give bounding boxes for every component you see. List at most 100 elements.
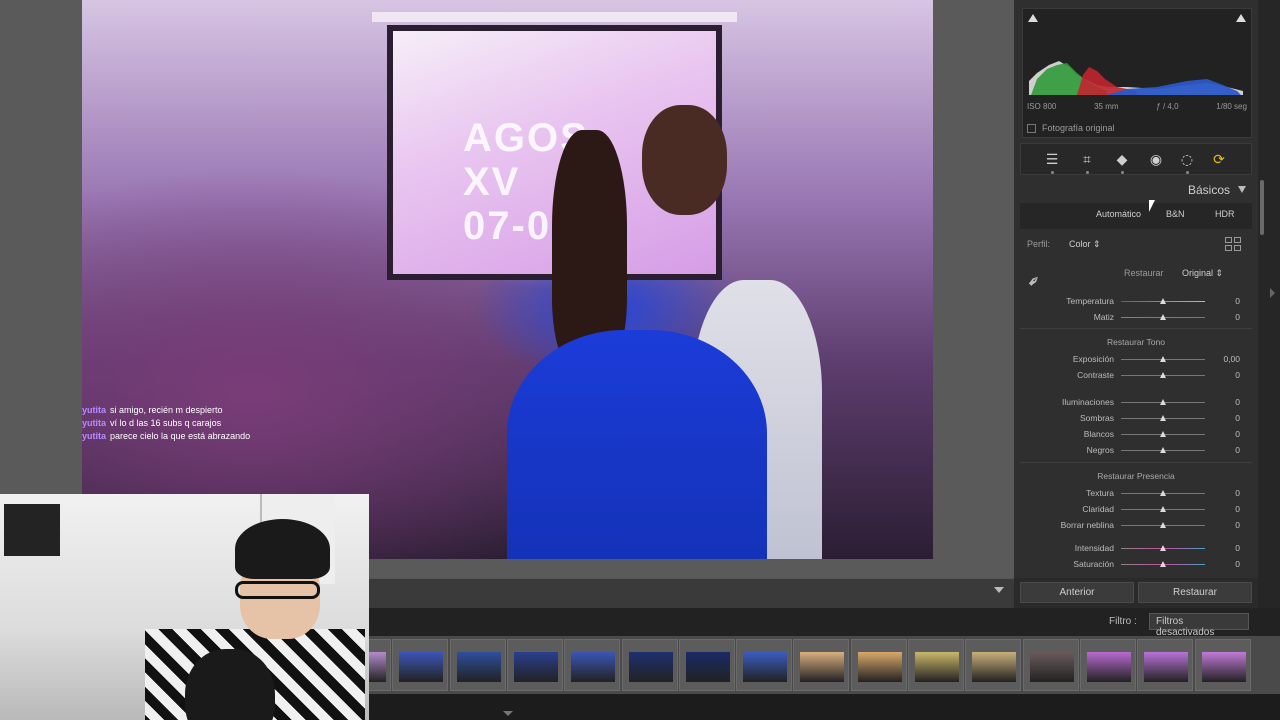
slider-value[interactable]: 0 [1235, 397, 1240, 407]
slider-thumb[interactable] [1160, 298, 1166, 304]
filmstrip-thumbnail[interactable] [1079, 639, 1136, 691]
slider-track[interactable] [1121, 415, 1205, 421]
slider-track[interactable] [1121, 399, 1205, 405]
sliders-icon[interactable]: ☰ [1043, 151, 1061, 169]
wb-dropdown[interactable]: Original ⇕ [1182, 268, 1223, 279]
auto-button[interactable]: Automático [1096, 209, 1141, 219]
profile-dropdown[interactable]: Color ⇕ [1069, 239, 1101, 250]
slider-value[interactable]: 0 [1235, 312, 1240, 322]
webcam-overlay [0, 494, 369, 720]
slider-value[interactable]: 0 [1235, 543, 1240, 553]
eraser-icon[interactable]: ◆ [1113, 151, 1131, 169]
original-photo-toggle[interactable]: Fotografía original [1027, 123, 1115, 133]
slider-highlights[interactable]: Iluminaciones 0 [1020, 395, 1250, 409]
bottom-panel-toggle[interactable] [369, 694, 1280, 720]
slider-thumb[interactable] [1160, 415, 1166, 421]
slider-temperature[interactable]: Temperatura 0 [1020, 294, 1250, 308]
collapse-triangle-icon[interactable] [1238, 186, 1246, 193]
slider-blacks[interactable]: Negros 0 [1020, 443, 1250, 457]
slider-value[interactable]: 0 [1235, 504, 1240, 514]
slider-thumb[interactable] [1160, 356, 1166, 362]
slider-track[interactable] [1121, 490, 1205, 496]
filmstrip-thumbnail[interactable] [678, 639, 735, 691]
slider-texture[interactable]: Textura 0 [1020, 486, 1250, 500]
main-photo[interactable]: AGOS XV 07-03 [82, 0, 933, 559]
slider-track[interactable] [1121, 506, 1205, 512]
slider-shadows[interactable]: Sombras 0 [1020, 411, 1250, 425]
slider-value[interactable]: 0,00 [1223, 354, 1240, 364]
slider-track[interactable] [1121, 314, 1205, 320]
slider-thumb[interactable] [1160, 447, 1166, 453]
filmstrip-thumbnail[interactable] [392, 639, 449, 691]
slider-thumb[interactable] [1160, 372, 1166, 378]
slider-value[interactable]: 0 [1235, 370, 1240, 380]
reset-button[interactable]: Restaurar [1138, 582, 1252, 603]
slider-track[interactable] [1121, 431, 1205, 437]
slider-track[interactable] [1121, 298, 1205, 304]
previous-button[interactable]: Anterior [1020, 582, 1134, 603]
filmstrip-thumbnail[interactable] [908, 639, 964, 691]
slider-exposure[interactable]: Exposición 0,00 [1020, 352, 1250, 366]
slider-track[interactable] [1121, 545, 1205, 551]
slider-value[interactable]: 0 [1235, 520, 1240, 530]
slider-track[interactable] [1121, 522, 1205, 528]
slider-vibrance[interactable]: Intensidad 0 [1020, 541, 1250, 555]
panel-scrollbar[interactable] [1258, 0, 1280, 608]
filmstrip-thumbnail[interactable] [1137, 639, 1194, 691]
slider-value[interactable]: 0 [1235, 413, 1240, 423]
image-canvas[interactable]: AGOS XV 07-03 yutita si amigo, recién m d… [0, 0, 1014, 578]
slider-track[interactable] [1121, 372, 1205, 378]
original-photo-checkbox[interactable] [1027, 123, 1036, 133]
slider-value[interactable]: 0 [1235, 445, 1240, 455]
mask-icon[interactable]: ◌ [1178, 151, 1196, 169]
filmstrip[interactable] [369, 636, 1280, 694]
slider-whites[interactable]: Blancos 0 [1020, 427, 1250, 441]
filmstrip-thumbnail[interactable] [621, 639, 678, 691]
panel-expand-arrow-icon[interactable] [1270, 288, 1275, 298]
slider-track[interactable] [1121, 447, 1205, 453]
slider-contrast[interactable]: Contraste 0 [1020, 368, 1250, 382]
rotate-icon[interactable]: ⟳ [1210, 151, 1228, 169]
bw-button[interactable]: B&N [1166, 209, 1185, 219]
profile-browser-icon[interactable] [1225, 237, 1241, 251]
slider-thumb[interactable] [1160, 506, 1166, 512]
filmstrip-thumbnail[interactable] [736, 639, 793, 691]
filter-dropdown[interactable]: Filtros desactivados [1149, 613, 1249, 638]
filmstrip-thumbnail[interactable] [1194, 639, 1251, 691]
slider-tint[interactable]: Matiz 0 [1020, 310, 1250, 324]
slider-thumb[interactable] [1160, 545, 1166, 551]
slider-track[interactable] [1121, 561, 1205, 567]
slider-track[interactable] [1121, 356, 1205, 362]
scrollbar-thumb[interactable] [1260, 180, 1264, 235]
slider-value[interactable]: 0 [1235, 559, 1240, 569]
filmstrip-thumbnail[interactable] [564, 639, 621, 691]
thumbnail-image [628, 652, 673, 682]
slider-value[interactable]: 0 [1235, 296, 1240, 306]
slider-thumb[interactable] [1160, 399, 1166, 405]
filmstrip-thumbnail[interactable] [506, 639, 563, 691]
filmstrip-thumbnail[interactable] [850, 639, 907, 691]
filmstrip-thumbnail[interactable] [1022, 639, 1079, 691]
chat-username: yutita [82, 431, 107, 441]
basic-section-header[interactable]: Básicos [1020, 180, 1252, 200]
filmstrip-thumbnail[interactable] [965, 639, 1022, 691]
crop-icon[interactable]: ⌗ [1078, 151, 1096, 169]
slider-thumb[interactable] [1160, 561, 1166, 567]
slider-thumb[interactable] [1160, 522, 1166, 528]
slider-thumb[interactable] [1160, 431, 1166, 437]
eye-icon[interactable]: ◉ [1147, 151, 1165, 169]
toolbar-chevron-icon[interactable] [994, 587, 1004, 593]
filmstrip-thumbnail[interactable] [793, 639, 850, 691]
slider-thumb[interactable] [1160, 314, 1166, 320]
hdr-button[interactable]: HDR [1215, 209, 1235, 219]
bottom-panel-arrow-icon[interactable] [503, 711, 513, 716]
webcam-person [145, 519, 365, 720]
filmstrip-thumbnail[interactable] [369, 639, 391, 691]
slider-value[interactable]: 0 [1235, 429, 1240, 439]
slider-saturation[interactable]: Saturación 0 [1020, 557, 1250, 571]
slider-dehaze[interactable]: Borrar neblina 0 [1020, 518, 1250, 532]
slider-thumb[interactable] [1160, 490, 1166, 496]
slider-clarity[interactable]: Claridad 0 [1020, 502, 1250, 516]
filmstrip-thumbnail[interactable] [449, 639, 506, 691]
slider-value[interactable]: 0 [1235, 488, 1240, 498]
